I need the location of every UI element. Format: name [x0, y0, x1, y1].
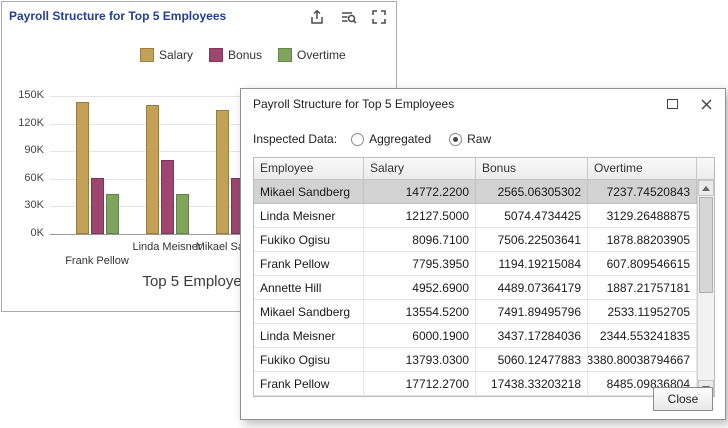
value-cell: 5060.12477883: [476, 348, 588, 372]
employee-cell: Mikael Sandberg: [254, 300, 364, 324]
value-cell: 13554.5200: [364, 300, 476, 324]
bar-overtime[interactable]: [106, 194, 119, 234]
table-row[interactable]: Frank Pellow7795.39501194.19215084607.80…: [254, 252, 714, 276]
y-axis-label: 30K: [2, 199, 44, 211]
y-axis-label: 90K: [2, 144, 44, 156]
value-cell: 3380.80038794667: [588, 348, 697, 372]
value-cell: 13793.0300: [364, 348, 476, 372]
bar-salary[interactable]: [146, 105, 159, 234]
value-cell: 3437.17284036: [476, 324, 588, 348]
employee-cell: Linda Meisner: [254, 324, 364, 348]
radio-circle: [351, 133, 364, 146]
employee-cell: Fukiko Ogisu: [254, 348, 364, 372]
employee-cell: Mikael Sandberg: [254, 180, 364, 204]
radio-dot: [453, 137, 458, 142]
value-cell: 5074.4734425: [476, 204, 588, 228]
close-button[interactable]: Close: [653, 387, 713, 411]
column-header[interactable]: Employee: [254, 158, 364, 180]
column-header[interactable]: Bonus: [476, 158, 588, 180]
inspected-data-row: Inspected Data: Aggregated Raw: [253, 129, 713, 149]
value-cell: 7506.22503641: [476, 228, 588, 252]
value-cell: 1194.19215084: [476, 252, 588, 276]
value-cell: 3129.26488875: [588, 204, 697, 228]
value-cell: 7795.3950: [364, 252, 476, 276]
inspected-data-label: Inspected Data:: [253, 132, 337, 146]
value-cell: 4489.07364179: [476, 276, 588, 300]
table-row[interactable]: Linda Meisner12127.50005074.47344253129.…: [254, 204, 714, 228]
employee-cell: Fukiko Ogisu: [254, 228, 364, 252]
column-header[interactable]: Salary: [364, 158, 476, 180]
value-cell: 4952.6900: [364, 276, 476, 300]
employee-cell: Annette Hill: [254, 276, 364, 300]
y-axis-label: 60K: [2, 172, 44, 184]
employee-cell: Frank Pellow: [254, 252, 364, 276]
y-axis-label: 120K: [2, 117, 44, 129]
radio-label: Raw: [467, 132, 491, 146]
radio-circle: [449, 133, 462, 146]
value-cell: 2344.553241835: [588, 324, 697, 348]
radio-label: Aggregated: [369, 132, 431, 146]
radio-group: Aggregated Raw: [351, 132, 491, 146]
scroll-up-icon[interactable]: [698, 180, 714, 196]
value-cell: 2533.11952705: [588, 300, 697, 324]
value-cell: 607.809546615: [588, 252, 697, 276]
screen: Payroll Structure for Top 5 Employees Sa…: [0, 0, 728, 428]
dialog-titlebar: Payroll Structure for Top 5 Employees: [241, 89, 725, 119]
column-header-filler: [697, 158, 714, 180]
table-header-row: EmployeeSalaryBonusOvertime: [254, 158, 714, 180]
radio-raw[interactable]: Raw: [449, 132, 491, 146]
employee-cell: Linda Meisner: [254, 204, 364, 228]
table-row[interactable]: Mikael Sandberg14772.22002565.0630530272…: [254, 180, 714, 204]
value-cell: 17438.33203218: [476, 372, 588, 396]
bar-overtime[interactable]: [176, 194, 189, 234]
bar-bonus[interactable]: [91, 178, 104, 234]
x-axis-label: Frank Pellow: [37, 255, 157, 267]
value-cell: 6000.1900: [364, 324, 476, 348]
dialog-title: Payroll Structure for Top 5 Employees: [253, 97, 657, 111]
value-cell: 1878.88203905: [588, 228, 697, 252]
radio-aggregated[interactable]: Aggregated: [351, 132, 431, 146]
value-cell: 7237.74520843: [588, 180, 697, 204]
table-row[interactable]: Annette Hill4952.69004489.073641791887.2…: [254, 276, 714, 300]
table-row[interactable]: Fukiko Ogisu13793.03005060.124778833380.…: [254, 348, 714, 372]
column-header[interactable]: Overtime: [588, 158, 697, 180]
value-cell: 14772.2200: [364, 180, 476, 204]
bar-bonus[interactable]: [161, 160, 174, 234]
y-axis-label: 150K: [2, 89, 44, 101]
bar-salary[interactable]: [216, 110, 229, 234]
close-icon[interactable]: [691, 91, 721, 117]
employee-cell: Frank Pellow: [254, 372, 364, 396]
data-grid: EmployeeSalaryBonusOvertime Mikael Sandb…: [253, 157, 715, 397]
dialog-body: Inspected Data: Aggregated Raw EmployeeSa…: [241, 119, 725, 397]
value-cell: 12127.5000: [364, 204, 476, 228]
table-row[interactable]: Linda Meisner6000.19003437.172840362344.…: [254, 324, 714, 348]
maximize-icon[interactable]: [657, 91, 687, 117]
table-body: Mikael Sandberg14772.22002565.0630530272…: [254, 180, 714, 396]
data-inspector-dialog: Payroll Structure for Top 5 Employees In…: [240, 88, 726, 420]
scrollbar-thumb[interactable]: [699, 197, 713, 293]
table-row[interactable]: Mikael Sandberg13554.52007491.8949579625…: [254, 300, 714, 324]
table-row[interactable]: Frank Pellow17712.270017438.332032188485…: [254, 372, 714, 396]
value-cell: 17712.2700: [364, 372, 476, 396]
y-axis-label: 0K: [2, 227, 44, 239]
value-cell: 2565.06305302: [476, 180, 588, 204]
table-row[interactable]: Fukiko Ogisu8096.71007506.225036411878.8…: [254, 228, 714, 252]
value-cell: 8096.7100: [364, 228, 476, 252]
vertical-scrollbar[interactable]: [697, 180, 714, 396]
bar-salary[interactable]: [76, 102, 89, 234]
value-cell: 1887.21757181: [588, 276, 697, 300]
value-cell: 7491.89495796: [476, 300, 588, 324]
